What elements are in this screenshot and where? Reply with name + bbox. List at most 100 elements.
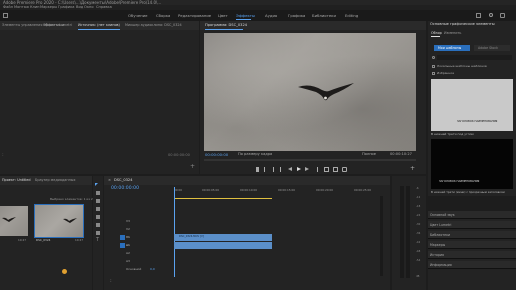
timeline-settings-icon[interactable]: :: [110, 279, 112, 284]
track-target[interactable]: [120, 235, 125, 240]
program-timecode[interactable]: 00:00:00:00: [205, 153, 228, 157]
new-item-icon[interactable]: [62, 269, 67, 274]
essential-graphics-title: Основные графические элементы: [430, 22, 495, 26]
track-label[interactable]: A2: [126, 252, 130, 255]
clip-thumbnail[interactable]: [34, 204, 84, 238]
quality-dropdown[interactable]: Полное: [362, 152, 376, 157]
audio-clip[interactable]: [174, 242, 272, 249]
frame-forward-icon[interactable]: [305, 167, 309, 171]
workspace-tab-color[interactable]: Цвет: [218, 13, 228, 18]
template-thumbnail-2[interactable]: ЗАГОЛОВОК НАИМЕНОВАНИЯ: [431, 139, 513, 189]
tab-media-browser[interactable]: Браузер медиаданных: [35, 178, 76, 182]
program-title[interactable]: Программа: DSC_0324: [205, 23, 247, 28]
track-target[interactable]: [120, 243, 125, 248]
tab-source[interactable]: Источник: (нет клипов): [78, 23, 120, 27]
menu-file[interactable]: Файл: [3, 5, 13, 10]
source-settings-icon[interactable]: :: [2, 153, 4, 158]
button-editor-icon[interactable]: +: [410, 166, 415, 172]
stack-item[interactable]: Маркеры: [428, 241, 516, 249]
pen-tool-icon[interactable]: [96, 223, 100, 227]
workspace-tab-graphics[interactable]: Графика: [288, 13, 305, 18]
step-forward-icon[interactable]: [313, 167, 318, 172]
notifications-icon[interactable]: [500, 13, 505, 18]
track-label[interactable]: A1: [126, 244, 130, 247]
tab-browse[interactable]: Обзор: [431, 31, 442, 35]
track-label[interactable]: V3: [126, 220, 130, 223]
my-templates-button[interactable]: Мои шаблоны: [434, 45, 470, 51]
clip-duration: 10:27: [18, 238, 27, 242]
timeline-close-icon[interactable]: ×: [108, 178, 111, 183]
menu-edit[interactable]: Монтаж: [14, 5, 29, 10]
stack-item[interactable]: Информация: [428, 261, 516, 269]
menu-graphics[interactable]: Графика: [58, 5, 74, 10]
workspace-tab-editing-custom[interactable]: Editing: [345, 13, 358, 18]
export-frame-icon[interactable]: [342, 167, 347, 172]
type-tool-icon[interactable]: T: [96, 238, 99, 243]
workspace-tab-editing[interactable]: Редактирование: [178, 13, 211, 18]
adobe-stock-button[interactable]: Adobe Stock: [474, 45, 510, 51]
track-label[interactable]: V2: [126, 228, 130, 231]
workspace-tab-libraries[interactable]: Библиотеки: [312, 13, 336, 18]
hand-tool-icon[interactable]: [96, 231, 100, 235]
menu-help[interactable]: Справка: [96, 5, 112, 10]
home-icon[interactable]: [3, 13, 8, 18]
stack-item-label: Основной звук: [430, 212, 455, 217]
export-icon[interactable]: [476, 13, 481, 18]
stack-item[interactable]: Библиотеки: [428, 231, 516, 239]
ruler-tick: 00:00: [174, 188, 183, 192]
razor-tool-icon[interactable]: [96, 207, 100, 211]
playhead[interactable]: [174, 187, 175, 277]
workspace-tab-audio[interactable]: Аудио: [265, 13, 277, 18]
tab-audio-clip-mixer[interactable]: Микшер аудиоклипа: DSC_0324: [125, 23, 182, 27]
extract-icon[interactable]: [333, 167, 338, 172]
workspace-bar: Обучение Сборка Редактирование Цвет Эффе…: [0, 10, 516, 21]
track-select-tool-icon[interactable]: [96, 191, 100, 195]
video-clip[interactable]: DSC_0324.MOV [V]: [174, 234, 272, 241]
menu-window[interactable]: Окно: [84, 5, 94, 10]
program-scrub-bar[interactable]: [204, 159, 416, 161]
workspace-tab-assembly[interactable]: Сборка: [156, 13, 170, 18]
transport-controls: +: [256, 166, 416, 173]
timeline-timecode[interactable]: 00:00:00:00: [111, 186, 139, 192]
fit-dropdown[interactable]: По размеру кадра: [238, 152, 272, 157]
timeline-scrollbar[interactable]: [380, 196, 383, 276]
tab-lumetri-scopes[interactable]: Область Lumetri: [43, 23, 72, 27]
template-search-input[interactable]: [437, 55, 512, 60]
out-point-icon[interactable]: [271, 167, 274, 172]
play-icon[interactable]: [297, 167, 301, 171]
marker-icon[interactable]: [256, 167, 259, 172]
selection-tool-icon[interactable]: [95, 183, 98, 186]
stack-item[interactable]: Цвет Lumetri: [428, 221, 516, 229]
step-back-icon[interactable]: [280, 167, 285, 172]
workspace-tab-effects[interactable]: Эффекты: [236, 13, 255, 18]
program-monitor: Программа: DSC_0324 00:00:00:00 По разме…: [200, 21, 426, 174]
video-frame[interactable]: [204, 33, 416, 151]
clip-thumbnail[interactable]: [0, 206, 28, 236]
local-templates-checkbox[interactable]: [432, 65, 435, 68]
timeline-ruler[interactable]: 00:00 00:00:05:00 00:00:10:00 00:00:15:0…: [174, 189, 384, 195]
workspace-tab-learning[interactable]: Обучение: [128, 13, 147, 18]
frame-back-icon[interactable]: [288, 167, 292, 171]
timeline-sequence-tab[interactable]: DSC_0324: [114, 178, 133, 183]
master-volume[interactable]: 0,0: [150, 268, 155, 271]
lift-icon[interactable]: [324, 167, 329, 172]
master-track: Основной 0,0: [104, 266, 172, 273]
template-thumbnail-1[interactable]: ЗАГОЛОВОК НАИМЕНОВАНИЯ: [431, 79, 513, 131]
search-icon[interactable]: [489, 13, 493, 17]
menu-clip[interactable]: Клип: [30, 5, 40, 10]
slip-tool-icon[interactable]: [96, 215, 100, 219]
menu-markers[interactable]: Маркеры: [40, 5, 57, 10]
in-point-icon[interactable]: [264, 167, 267, 172]
ruler-tick: 00:00:20:00: [316, 188, 334, 192]
tab-edit[interactable]: Изменить: [444, 31, 461, 35]
stack-item[interactable]: Основной звук: [428, 211, 516, 219]
source-add-icon[interactable]: +: [190, 164, 195, 170]
stack-item[interactable]: История: [428, 251, 516, 259]
favorites-checkbox[interactable]: [432, 72, 435, 75]
ripple-edit-tool-icon[interactable]: [96, 199, 100, 203]
track-label[interactable]: A3: [126, 260, 130, 263]
work-area-bar[interactable]: [174, 198, 272, 199]
track-label[interactable]: V1: [126, 236, 130, 239]
menu-view[interactable]: Вид: [76, 5, 83, 10]
tab-project[interactable]: Проект: Untitled: [2, 178, 31, 182]
